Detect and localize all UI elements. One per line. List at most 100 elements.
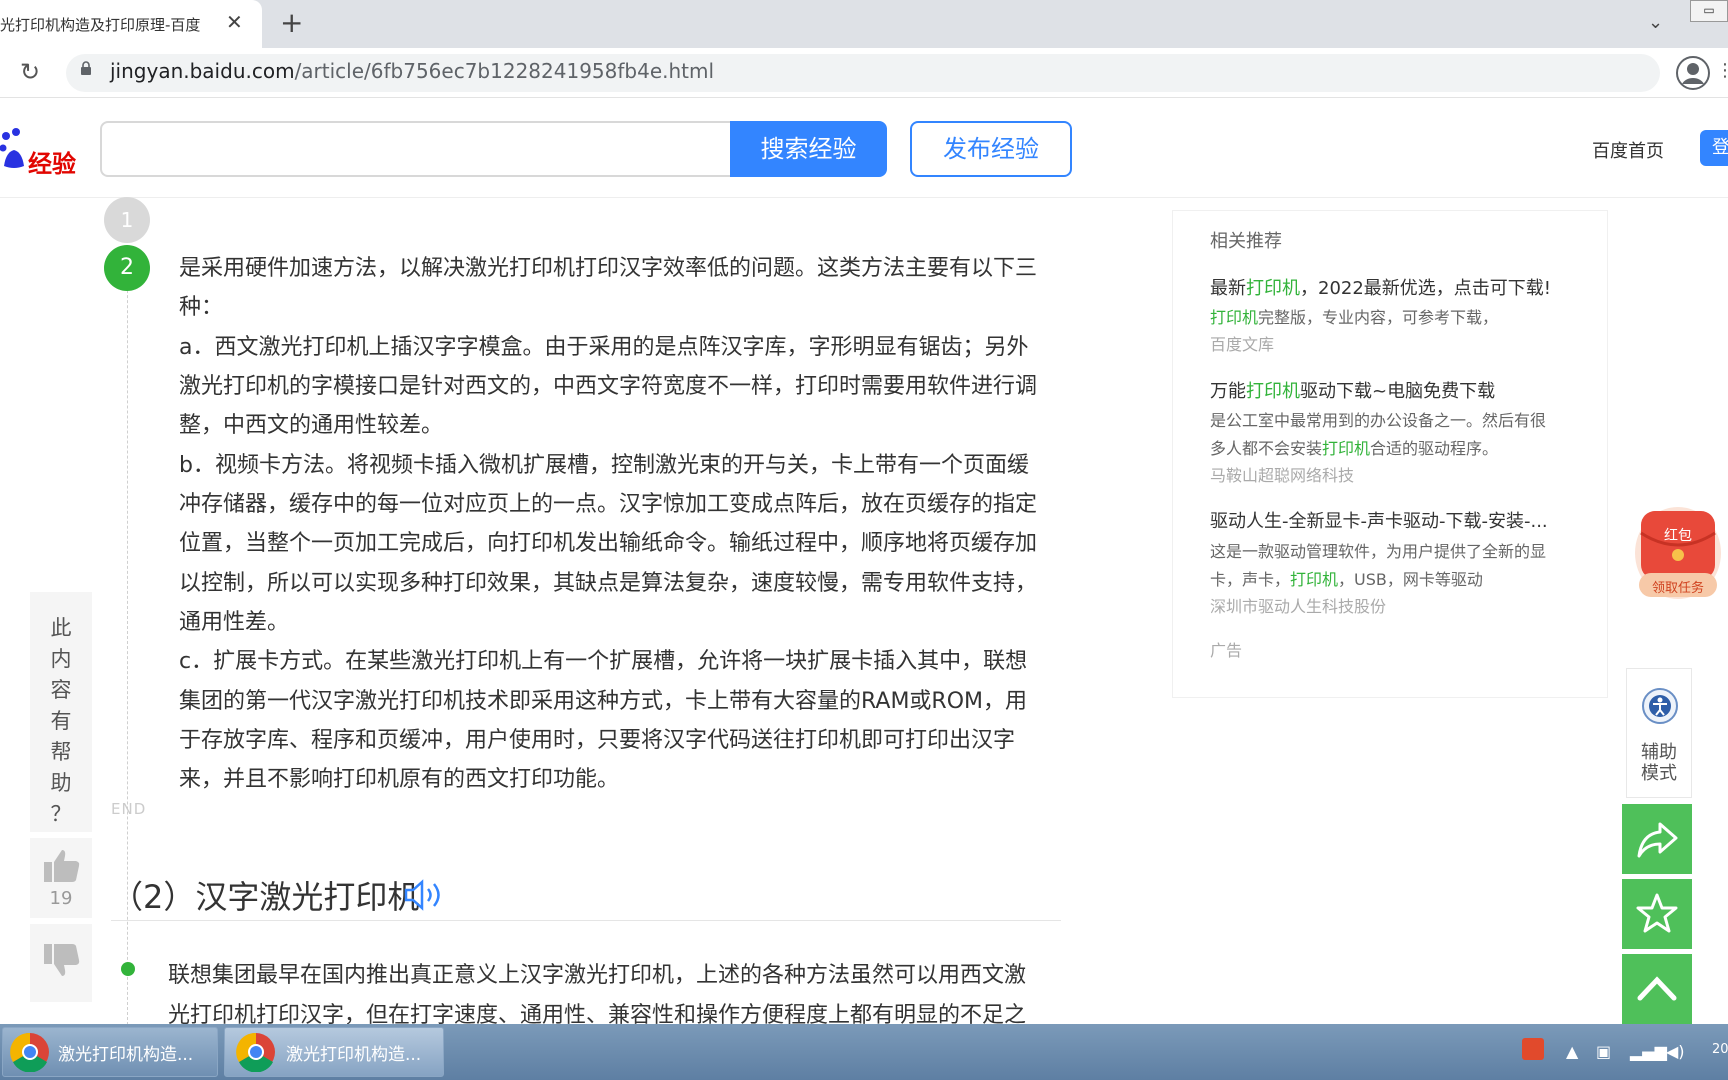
rec-title-text: 驱动下载~电脑免费下载 — [1300, 381, 1496, 402]
helpful-feedback-panel: 此 内 容 有 帮 助 ？ — [30, 592, 92, 832]
publish-experience-button[interactable]: 发布经验 — [910, 121, 1072, 177]
rec-item-title[interactable]: 驱动人生-全新显卡-声卡驱动-下载-安装-... — [1210, 507, 1548, 533]
share-icon — [1637, 822, 1678, 858]
rec-item-desc: 这是一款驱动管理软件，为用户提供了全新的显 — [1210, 542, 1547, 561]
accessibility-icon — [1642, 688, 1678, 724]
input-method-icon[interactable] — [1522, 1038, 1544, 1060]
rec-title-highlight: 打印机 — [1246, 381, 1300, 402]
article-line: 以控制，所以可以实现多种打印效果，其缺点是算法复杂，速度较慢，需专用软件支持， — [179, 571, 1038, 596]
article-line: 于存放字库、程序和页缓冲，用户使用时，只要将汉字代码送往打印机即可打印出汉字 — [179, 728, 1016, 753]
article-line: 激光打印机的字模接口是针对西文的，中西文字符宽度不一样，打印时需要用软件进行调 — [179, 374, 1038, 399]
tab-search-icon[interactable]: ⌄ — [1648, 12, 1663, 33]
chrome-icon — [236, 1032, 275, 1072]
rec-item-title[interactable]: 最新打印机，2022最新优选，点击可下载! — [1210, 274, 1551, 300]
browser-menu-icon[interactable]: ⋮ — [1716, 60, 1728, 81]
feedback-char: 内 — [50, 647, 72, 671]
chevron-up-icon — [1637, 976, 1677, 1001]
clipboard-icon[interactable]: ▣ — [1596, 1042, 1611, 1061]
rec-desc-text: 完整版，专业内容，可参考下载， — [1258, 308, 1499, 327]
rec-title-text: 万能 — [1210, 381, 1246, 402]
search-input[interactable] — [100, 121, 732, 177]
rec-item-desc: 是公工室中最常用到的办公设备之一。然后有很 — [1210, 411, 1547, 430]
feedback-char: ？ — [50, 802, 72, 826]
taskbar-item-label: 激光打印机构造... — [286, 1045, 422, 1065]
thumbs-up-icon — [44, 850, 80, 882]
login-button[interactable]: 登 — [1700, 130, 1728, 166]
ad-label: 广告 — [1210, 641, 1243, 660]
article-line: 集团的第一代汉字激光打印机技术即采用这种方式，卡上带有大容量的RAM或ROM，用 — [179, 689, 1028, 714]
url-text[interactable]: jingyan.baidu.com/article/6fb756ec7b1228… — [110, 59, 714, 83]
browser-tab[interactable]: 光打印机构造及打印原理-百度 ✕ — [0, 0, 262, 48]
section-heading: （2）汉字激光打印机 — [111, 878, 420, 916]
section-divider — [111, 920, 1061, 921]
speaker-read-aloud-icon[interactable] — [404, 879, 446, 911]
red-packet-widget[interactable]: 红包 领取任务 — [1633, 505, 1723, 601]
article-line: 种： — [179, 295, 224, 320]
article-line: 来，并且不影响打印机原有的西文打印功能。 — [179, 767, 620, 792]
assist-label-line: 辅助 — [1641, 742, 1677, 763]
rec-desc-highlight: 打印机 — [1210, 308, 1259, 327]
rec-desc-text: 多人都不会安装 — [1210, 439, 1323, 458]
baidu-paw-logo-icon[interactable] — [0, 126, 24, 172]
back-to-top-button[interactable] — [1622, 954, 1692, 1024]
share-button[interactable] — [1622, 804, 1692, 874]
rec-title-text: ，2022最新优选，点击可下载! — [1300, 278, 1552, 299]
rec-desc-text: ，USB，网卡等驱动 — [1338, 570, 1483, 589]
thumbs-down-icon — [44, 944, 80, 976]
rec-item-source: 深圳市驱动人生科技股份 — [1210, 597, 1387, 616]
network-icon[interactable]: ▂▄▆ — [1630, 1042, 1667, 1061]
article-line: 是采用硬件加速方法，以解决激光打印机打印汉字效率低的问题。这类方法主要有以下三 — [179, 256, 1038, 281]
rec-item-title[interactable]: 万能打印机驱动下载~电脑免费下载 — [1210, 377, 1495, 403]
feedback-char: 此 — [50, 616, 72, 640]
tab-title: 光打印机构造及打印原理-百度 — [0, 16, 201, 34]
rec-desc-text: 卡，声卡， — [1210, 570, 1291, 589]
article-line: 通用性差。 — [179, 610, 290, 635]
feedback-char: 助 — [50, 771, 72, 795]
article-line: 位置，当整个一页加工完成后，向打印机发出输纸命令。输纸过程中，顺序地将页缓存加 — [179, 531, 1038, 556]
feedback-char: 有 — [50, 709, 72, 733]
tray-expand-icon[interactable]: ▲ — [1566, 1042, 1578, 1061]
url-host: jingyan.baidu.com — [110, 59, 295, 83]
like-count: 19 — [49, 888, 73, 909]
volume-icon[interactable]: ◀) — [1666, 1042, 1685, 1061]
assist-mode-label: 辅助 模式 — [1626, 742, 1692, 784]
assist-label-line: 模式 — [1641, 763, 1677, 784]
article-line: b．视频卡方法。将视频卡插入微机扩展槽，控制激光束的开与关，卡上带有一个页面缓 — [179, 453, 1029, 478]
article-line: 联想集团最早在国内推出真正意义上汉字激光打印机，上述的各种方法虽然可以用西文激 — [168, 963, 1027, 988]
sidebar-heading: 相关推荐 — [1210, 231, 1282, 252]
end-marker: END — [111, 800, 147, 818]
url-path: /article/6fb756ec7b1228241958fb4e.html — [294, 59, 715, 83]
article-line: 整，中西文的通用性较差。 — [179, 413, 444, 438]
step-number-badge-active: 2 — [104, 245, 150, 291]
rec-title-highlight: 打印机 — [1246, 278, 1300, 299]
bullet-dot — [121, 962, 135, 976]
clock[interactable]: 20 — [1712, 1042, 1728, 1057]
favorite-button[interactable] — [1622, 879, 1692, 949]
taskbar-item-label: 激光打印机构造... — [58, 1045, 194, 1065]
rec-item-desc: 打印机完整版，专业内容，可参考下载， — [1210, 304, 1498, 328]
baidu-home-link[interactable]: 百度首页 — [1592, 137, 1664, 163]
profile-avatar-icon[interactable] — [1676, 56, 1710, 90]
rec-title-text: 最新 — [1210, 278, 1246, 299]
minimize-window-button[interactable]: ▭ — [1690, 0, 1728, 22]
dislike-button[interactable] — [30, 924, 92, 1002]
rec-item-desc: 卡，声卡，打印机，USB，网卡等驱动 — [1210, 566, 1483, 590]
reload-icon[interactable]: ↻ — [20, 58, 40, 86]
feedback-char: 帮 — [50, 740, 72, 764]
feedback-char: 容 — [50, 678, 72, 702]
new-tab-button[interactable]: + — [280, 6, 303, 39]
rec-item-source: 百度文库 — [1210, 335, 1275, 354]
step-number-badge: 1 — [104, 197, 150, 243]
article-line: 冲存储器，缓存中的每一位对应页上的一点。汉字惊加工变成点阵后，放在页缓存的指定 — [179, 492, 1038, 517]
rec-item-source: 马鞍山超聪网络科技 — [1210, 466, 1355, 485]
search-button[interactable]: 搜索经验 — [730, 121, 887, 177]
chrome-icon — [10, 1032, 49, 1072]
lock-icon — [81, 61, 91, 75]
rec-desc-highlight: 打印机 — [1290, 570, 1339, 589]
close-tab-icon[interactable]: ✕ — [226, 10, 243, 34]
logo-text[interactable]: 经验 — [28, 144, 76, 179]
red-packet-label: 红包 — [1664, 528, 1692, 544]
article-line: c．扩展卡方式。在某些激光打印机上有一个扩展槽，允许将一块扩展卡插入其中，联想 — [179, 649, 1028, 674]
red-packet-task-label: 领取任务 — [1651, 581, 1704, 596]
article-line: a．西文激光打印机上插汉字字模盒。由于采用的是点阵汉字库，字形明显有锯齿；另外 — [179, 335, 1029, 360]
